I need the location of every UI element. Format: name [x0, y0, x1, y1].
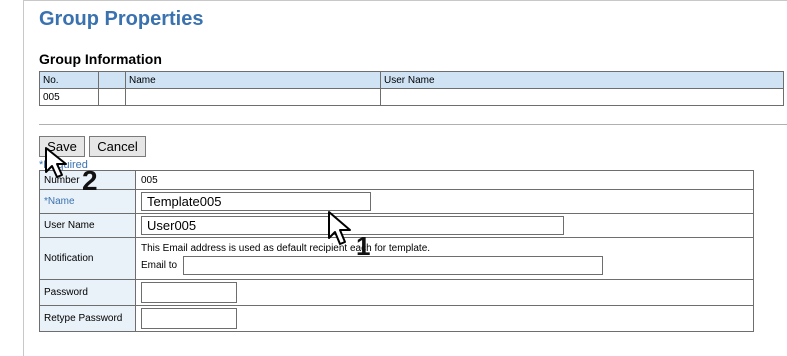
- row-password: Password: [39, 279, 754, 306]
- pointer-cursor-icon: [45, 147, 67, 178]
- row-number: Number 005: [39, 170, 754, 190]
- cancel-button[interactable]: Cancel: [89, 136, 146, 157]
- page-title: Group Properties: [39, 8, 204, 30]
- divider: [39, 124, 787, 125]
- email-to-label: Email to: [141, 259, 178, 271]
- cell-no: 005: [39, 88, 99, 106]
- row-notification: Notification This Email address is used …: [39, 237, 754, 280]
- row-retype-password: Retype Password: [39, 305, 754, 332]
- group-information-heading: Group Information: [39, 51, 162, 67]
- password-label: Password: [39, 279, 136, 306]
- email-to-input[interactable]: [182, 255, 603, 275]
- step-badge-1: 1: [356, 231, 371, 261]
- cell-user-name: [380, 88, 784, 106]
- name-input[interactable]: Template005: [141, 192, 371, 211]
- table-header-row: No. Name User Name: [39, 71, 784, 89]
- notification-text: This Email address is used as default re…: [141, 242, 431, 254]
- step-badge-2: 2: [82, 165, 98, 196]
- column-header-blank: [98, 71, 126, 89]
- cell-blank: [98, 88, 126, 106]
- group-info-table: No. Name User Name 005: [39, 71, 784, 106]
- table-row: 005: [39, 88, 784, 106]
- row-name: *Name Template005: [39, 189, 754, 214]
- column-header-no: No.: [39, 71, 99, 89]
- notification-label: Notification: [39, 237, 136, 280]
- retype-password-input[interactable]: [141, 308, 237, 329]
- row-user-name: User Name User005: [39, 213, 754, 238]
- column-header-user-name: User Name: [380, 71, 784, 89]
- column-header-name: Name: [125, 71, 381, 89]
- properties-table: Number 005 *Name Template005 User Name U…: [39, 170, 754, 332]
- retype-password-label: Retype Password: [39, 305, 136, 332]
- pointer-cursor-icon: [328, 211, 351, 245]
- password-input[interactable]: [141, 282, 237, 303]
- cell-name: [125, 88, 381, 106]
- user-name-label: User Name: [39, 213, 136, 238]
- number-value: 005: [135, 170, 754, 190]
